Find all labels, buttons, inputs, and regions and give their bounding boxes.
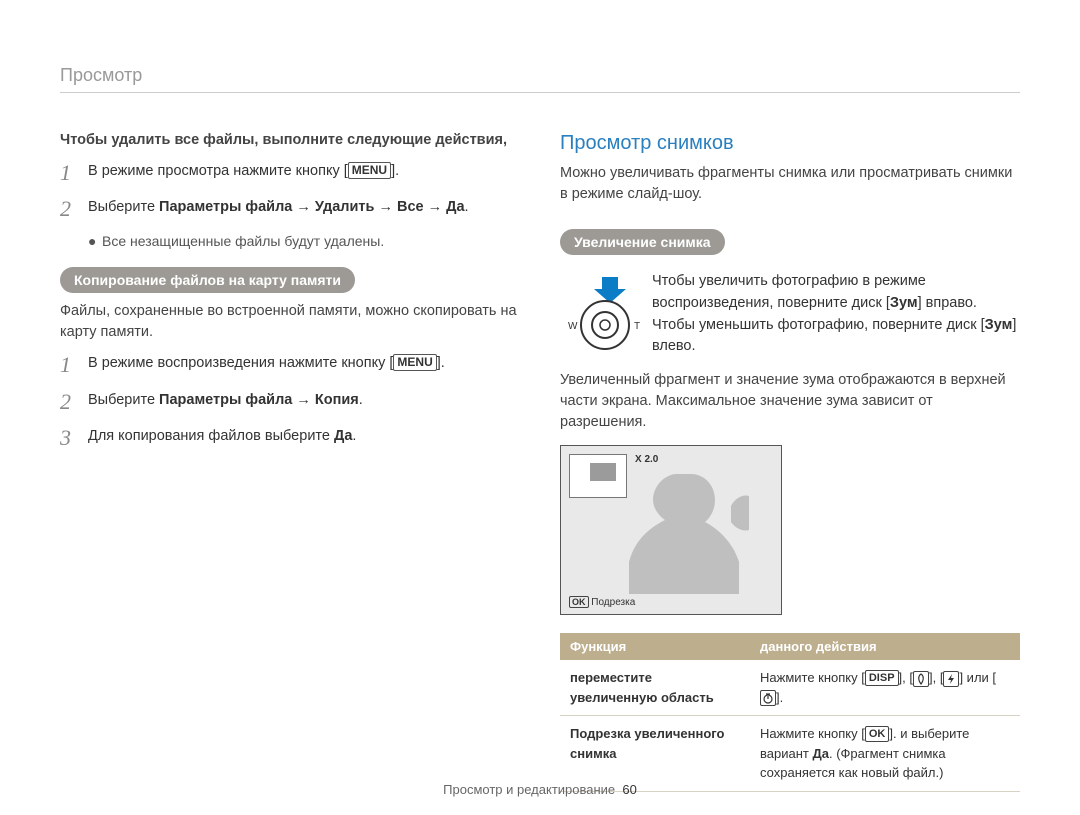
preview-ok-row: OK Подрезка bbox=[569, 597, 635, 608]
delete-step-1: 1 В режиме просмотра нажмите кнопку [MEN… bbox=[60, 161, 520, 185]
bullet-text: Все незащищенные файлы будут удалены. bbox=[102, 233, 384, 249]
copy-pill: Копирование файлов на карту памяти bbox=[60, 267, 355, 293]
preview-thumb-frame bbox=[569, 454, 627, 498]
copy-step-2: 2 Выберите Параметры файла → Копия. bbox=[60, 390, 520, 414]
page-footer: Просмотр и редактирование 60 bbox=[0, 782, 1080, 797]
menu-button-label: MENU bbox=[348, 162, 391, 179]
section-rule bbox=[60, 92, 1020, 93]
footer-label: Просмотр и редактирование bbox=[443, 782, 615, 797]
delete-step-2: 2 Выберите Параметры файла → Удалить → В… bbox=[60, 197, 520, 221]
step-text: Выберите Параметры файла → Удалить → Все… bbox=[88, 197, 469, 221]
text: Выберите bbox=[88, 392, 159, 408]
text: ]. bbox=[391, 163, 399, 179]
disp-button-label: DISP bbox=[865, 670, 899, 686]
zoom-note: Увеличенный фрагмент и значение зума ото… bbox=[560, 370, 1020, 433]
step-number: 2 bbox=[60, 197, 88, 221]
right-heading: Просмотр снимков bbox=[560, 132, 1020, 155]
function-table: Функция данного действия переместите уве… bbox=[560, 633, 1020, 792]
menu-button-label: MENU bbox=[393, 354, 436, 371]
right-intro: Можно увеличивать фрагменты снимка или п… bbox=[560, 163, 1020, 205]
zoom-preview-illustration: X 2.0 OK Подрезка bbox=[560, 445, 782, 615]
zoom-w-label: W bbox=[568, 321, 578, 332]
text: ]. bbox=[437, 355, 445, 371]
page-section-title: Просмотр bbox=[60, 65, 142, 86]
text: . bbox=[359, 392, 363, 408]
step-text: Выберите Параметры файла → Копия. bbox=[88, 390, 363, 414]
th-function: Функция bbox=[560, 633, 750, 660]
zoom-dial-icon: W T bbox=[560, 275, 650, 353]
text-bold: Да bbox=[812, 746, 829, 761]
step-number: 3 bbox=[60, 426, 88, 450]
text: В режиме воспроизведения нажмите кнопку … bbox=[88, 355, 393, 371]
text-bold: Да bbox=[334, 428, 352, 444]
th-action: данного действия bbox=[750, 633, 1020, 660]
right-column: Просмотр снимков Можно увеличивать фрагм… bbox=[560, 132, 1020, 792]
table-row: переместите увеличенную область Нажмите … bbox=[560, 660, 1020, 716]
text: ], [ bbox=[929, 670, 943, 685]
text: . bbox=[352, 428, 356, 444]
macro-icon bbox=[913, 671, 929, 687]
step-number: 2 bbox=[60, 390, 88, 414]
preview-zoom-value: X 2.0 bbox=[635, 454, 658, 465]
ok-button-label: OK bbox=[569, 596, 589, 608]
left-column: Чтобы удалить все файлы, выполните следу… bbox=[60, 130, 520, 462]
copy-step-3: 3 Для копирования файлов выберите Да. bbox=[60, 426, 520, 450]
text: Чтобы увеличить фотографию в режиме восп… bbox=[652, 273, 926, 311]
text: Для копирования файлов выберите bbox=[88, 428, 334, 444]
zoom-instruction: Чтобы увеличить фотографию в режиме восп… bbox=[652, 271, 1020, 358]
timer-icon bbox=[760, 690, 776, 706]
table-row: Подрезка увеличенного снимка Нажмите кно… bbox=[560, 716, 1020, 792]
copy-step-1: 1 В режиме воспроизведения нажмите кнопк… bbox=[60, 353, 520, 377]
cell-function: Подрезка увеличенного снимка bbox=[560, 716, 750, 792]
preview-silhouette bbox=[621, 466, 771, 594]
preview-thumb-highlight bbox=[590, 463, 616, 481]
text-bold: Зум bbox=[985, 317, 1013, 333]
table-header-row: Функция данного действия bbox=[560, 633, 1020, 660]
preview-ok-text: Подрезка bbox=[591, 597, 635, 608]
text: ] или [ bbox=[959, 670, 996, 685]
text: В режиме просмотра нажмите кнопку [ bbox=[88, 163, 348, 179]
step-number: 1 bbox=[60, 353, 88, 377]
bullet-dot: ● bbox=[88, 233, 102, 249]
text: Выберите bbox=[88, 199, 159, 215]
text: Нажмите кнопку [ bbox=[760, 726, 865, 741]
flash-icon bbox=[943, 671, 959, 687]
ok-button-label: OK bbox=[865, 726, 890, 742]
text-bold: Параметры файла → Удалить → Все → Да bbox=[159, 199, 465, 215]
text: . bbox=[465, 199, 469, 215]
step-text: В режиме воспроизведения нажмите кнопку … bbox=[88, 353, 445, 377]
cell-action: Нажмите кнопку [OK]. и выберите вариант … bbox=[750, 716, 1020, 792]
manual-page: Просмотр Чтобы удалить все файлы, выполн… bbox=[0, 0, 1080, 815]
step-number: 1 bbox=[60, 161, 88, 185]
page-number: 60 bbox=[622, 782, 636, 797]
step-text: В режиме просмотра нажмите кнопку [MENU]… bbox=[88, 161, 399, 185]
copy-intro: Файлы, сохраненные во встроенной памяти,… bbox=[60, 301, 520, 343]
step-text: Для копирования файлов выберите Да. bbox=[88, 426, 356, 450]
delete-bullet: ● Все незащищенные файлы будут удалены. bbox=[88, 233, 520, 249]
zoom-pill: Увеличение снимка bbox=[560, 229, 725, 255]
text: Нажмите кнопку [ bbox=[760, 670, 865, 685]
zoom-dial-illustration: W T bbox=[560, 271, 652, 358]
zoom-block: W T Чтобы увеличить фотографию в режиме … bbox=[560, 271, 1020, 358]
cell-action: Нажмите кнопку [DISP], [], [] или []. bbox=[750, 660, 1020, 716]
cell-function: переместите увеличенную область bbox=[560, 660, 750, 716]
text-bold: Параметры файла → Копия bbox=[159, 392, 359, 408]
text-bold: Зум bbox=[890, 295, 918, 311]
text: ], [ bbox=[899, 670, 913, 685]
zoom-t-label: T bbox=[634, 321, 640, 332]
text: ]. bbox=[776, 690, 783, 705]
delete-all-heading: Чтобы удалить все файлы, выполните следу… bbox=[60, 130, 520, 151]
